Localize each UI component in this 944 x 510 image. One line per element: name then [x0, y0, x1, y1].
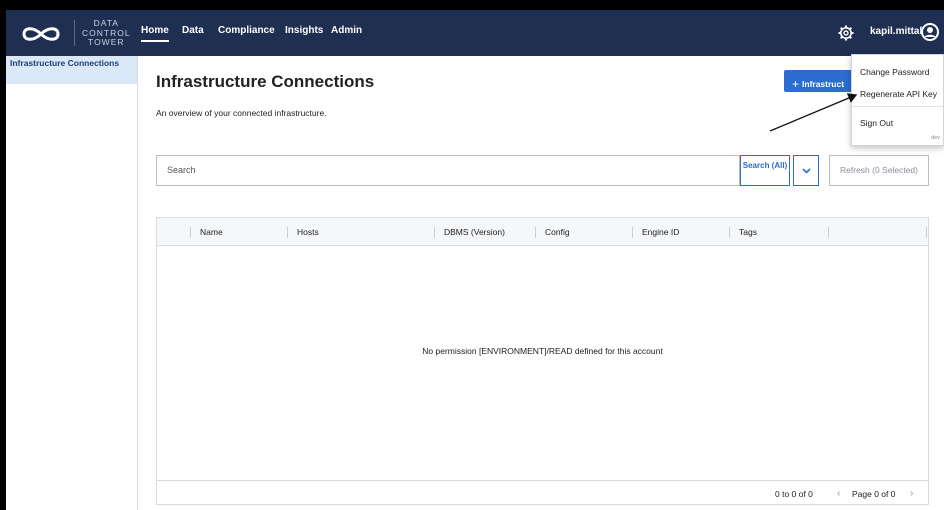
- add-infrastructure-label: Infrastruct: [802, 79, 845, 89]
- user-avatar-icon[interactable]: [921, 23, 939, 41]
- next-page-icon[interactable]: ›: [910, 488, 913, 499]
- nav-admin[interactable]: Admin: [331, 25, 362, 36]
- search-all-button[interactable]: Search (All): [740, 155, 790, 186]
- top-navigation-bar: DATA CONTROL TOWER Home Data Compliance …: [6, 10, 944, 56]
- column-divider: [828, 227, 829, 238]
- sidebar: Infrastructure Connections: [6, 56, 138, 510]
- search-field[interactable]: [156, 155, 740, 186]
- column-header-config[interactable]: Config: [535, 227, 570, 238]
- nav-data[interactable]: Data: [182, 25, 204, 36]
- page-title: Infrastructure Connections: [156, 72, 375, 91]
- column-header-engine-id[interactable]: Engine ID: [632, 227, 679, 238]
- empty-state-message: No permission [ENVIRONMENT]/READ defined…: [422, 346, 663, 356]
- rows-count: 0 to 0 of 0: [775, 489, 813, 499]
- menu-item-change-password[interactable]: Change Password: [852, 60, 943, 83]
- chevron-down-icon: [802, 168, 811, 174]
- column-header-tags[interactable]: Tags: [729, 227, 757, 238]
- refresh-selected-button[interactable]: Refresh (0 Selected): [829, 155, 929, 186]
- page-info: Page 0 of 0: [852, 489, 896, 499]
- connections-table: Name Hosts DBMS (Version) Config Engine …: [156, 217, 929, 505]
- menu-divider: [852, 106, 943, 107]
- page-subtitle: An overview of your connected infrastruc…: [156, 108, 327, 118]
- infinity-logo-icon: [22, 27, 60, 41]
- column-header-name[interactable]: Name: [190, 227, 223, 238]
- column-header-hosts[interactable]: Hosts: [287, 227, 319, 238]
- column-divider: [926, 227, 927, 238]
- app-logo[interactable]: DATA CONTROL TOWER: [16, 18, 136, 48]
- column-header-dbms-version[interactable]: DBMS (Version): [434, 227, 505, 238]
- settings-gear-icon[interactable]: [838, 25, 854, 41]
- search-scope-dropdown-button[interactable]: [793, 155, 819, 186]
- nav-home[interactable]: Home: [141, 25, 169, 42]
- logo-wordmark: DATA CONTROL TOWER: [82, 18, 131, 48]
- search-input[interactable]: [167, 165, 727, 175]
- logo-divider: [74, 20, 75, 46]
- plus-icon: +: [792, 77, 800, 91]
- app-window: DATA CONTROL TOWER Home Data Compliance …: [6, 10, 944, 510]
- menu-item-sign-out[interactable]: Sign Out: [852, 111, 943, 134]
- nav-insights[interactable]: Insights: [285, 25, 323, 36]
- nav-compliance[interactable]: Compliance: [218, 25, 275, 36]
- environment-label: dev: [931, 135, 940, 141]
- table-header: Name Hosts DBMS (Version) Config Engine …: [157, 218, 928, 246]
- logo-line: TOWER: [88, 37, 125, 47]
- previous-page-icon[interactable]: ‹: [837, 488, 840, 499]
- sidebar-item-infrastructure-connections[interactable]: Infrastructure Connections: [6, 56, 137, 84]
- table-pagination: 0 to 0 of 0 ‹ Page 0 of 0 ›: [157, 480, 928, 504]
- user-menu-trigger[interactable]: kapil.mittal: [870, 26, 922, 37]
- menu-item-regenerate-api-key[interactable]: Regenerate API Key: [852, 82, 943, 105]
- user-dropdown-menu: Change Password Regenerate API Key Sign …: [851, 54, 944, 146]
